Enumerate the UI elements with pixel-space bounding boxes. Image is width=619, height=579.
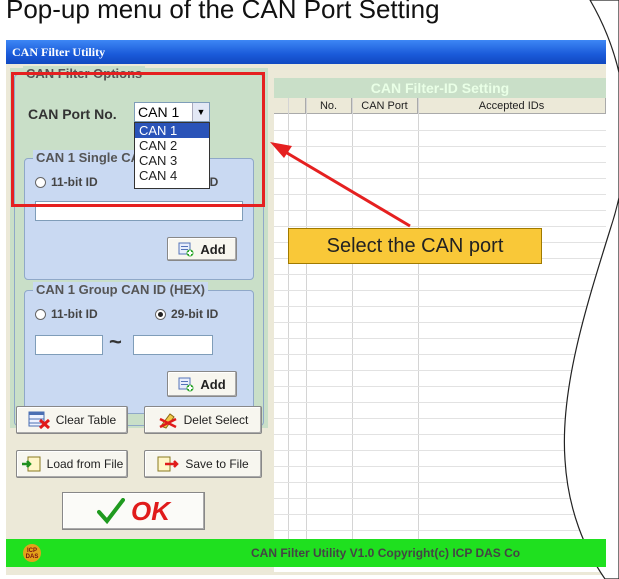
single-add-label: Add <box>200 241 226 257</box>
table-row <box>274 498 606 499</box>
callout-label: Select the CAN port <box>288 228 542 264</box>
table-row <box>274 162 606 163</box>
group-from-input[interactable] <box>35 335 103 355</box>
table-row <box>274 434 606 435</box>
table-row <box>274 370 606 371</box>
delete-select-icon <box>159 413 177 429</box>
table-row <box>274 354 606 355</box>
add-icon <box>178 377 194 392</box>
table-row <box>274 130 606 131</box>
ok-button[interactable]: OK <box>62 492 205 530</box>
table-row <box>274 386 606 387</box>
table-row <box>274 530 606 531</box>
load-from-file-label: Load from File <box>46 457 124 471</box>
table-column-divider <box>352 98 353 564</box>
clear-table-icon <box>28 411 50 429</box>
table-row <box>274 226 606 227</box>
radio-selected-icon <box>155 309 166 321</box>
top-caption: Pop-up menu of the CAN Port Setting <box>6 0 440 24</box>
save-file-icon <box>157 456 180 472</box>
table-column-divider <box>288 98 289 564</box>
app-window: CAN Filter Utility CAN Filter Options CA… <box>6 40 606 575</box>
window-title: CAN Filter Utility <box>6 40 606 64</box>
table-column-divider <box>418 98 419 564</box>
filter-id-table-title: CAN Filter-ID Setting <box>274 78 606 98</box>
ok-label: OK <box>131 495 170 526</box>
radio-icon <box>35 309 46 321</box>
save-to-file-button[interactable]: Save to File <box>144 450 262 478</box>
save-to-file-label: Save to File <box>185 457 249 471</box>
table-row <box>274 194 606 195</box>
table-header-accepted-ids[interactable]: Accepted IDs <box>418 98 606 114</box>
group-id-group: CAN 1 Group CAN ID (HEX) 11-bit ID 29-bi… <box>24 282 254 414</box>
group-add-button[interactable]: Add <box>167 371 237 397</box>
group-radio-11-label: 11-bit ID <box>51 307 98 321</box>
table-row <box>274 274 606 275</box>
clear-table-button[interactable]: Clear Table <box>16 406 128 434</box>
checkmark-icon <box>97 498 125 524</box>
group-id-title: CAN 1 Group CAN ID (HEX) <box>33 282 208 297</box>
delet-select-button[interactable]: Delet Select <box>144 406 262 434</box>
group-radio-29-label: 29-bit ID <box>171 307 219 321</box>
load-file-icon <box>21 456 41 472</box>
svg-text:DAS: DAS <box>26 554 39 560</box>
table-row <box>274 146 606 147</box>
table-row <box>274 482 606 483</box>
filter-id-table-panel: CAN Filter-ID Setting No. CAN Port Accep… <box>274 78 606 572</box>
status-text: CAN Filter Utility V1.0 Copyright(c) ICP… <box>251 546 521 560</box>
single-add-button[interactable]: Add <box>167 237 237 261</box>
load-from-file-button[interactable]: Load from File <box>16 450 128 478</box>
table-header-no[interactable]: No. <box>306 98 352 114</box>
table-row <box>274 514 606 515</box>
range-separator: ~ <box>109 329 122 354</box>
table-row <box>274 290 606 291</box>
group-radio-11[interactable]: 11-bit ID <box>35 307 98 321</box>
add-icon <box>178 242 194 257</box>
table-row <box>274 402 606 403</box>
clear-table-label: Clear Table <box>55 413 117 427</box>
group-add-label: Add <box>200 376 226 392</box>
group-radio-29[interactable]: 29-bit ID <box>155 307 218 321</box>
table-row <box>274 306 606 307</box>
group-to-input[interactable] <box>133 335 213 355</box>
table-row <box>274 338 606 339</box>
table-row <box>274 450 606 451</box>
company-logo-icon: ICPDAS <box>23 544 41 562</box>
table-row <box>274 418 606 419</box>
table-row <box>274 210 606 211</box>
table-row <box>274 322 606 323</box>
table-column-divider <box>306 98 307 564</box>
highlight-box <box>11 72 265 207</box>
filter-id-table[interactable]: No. CAN Port Accepted IDs <box>274 98 606 564</box>
table-header-blank <box>274 98 306 114</box>
delet-select-label: Delet Select <box>183 413 249 427</box>
table-header-can-port[interactable]: CAN Port <box>352 98 418 114</box>
table-row <box>274 466 606 467</box>
table-row <box>274 178 606 179</box>
status-bar: ICP DAS CAN Filter Utility V1.0 Copyright… <box>6 539 606 567</box>
